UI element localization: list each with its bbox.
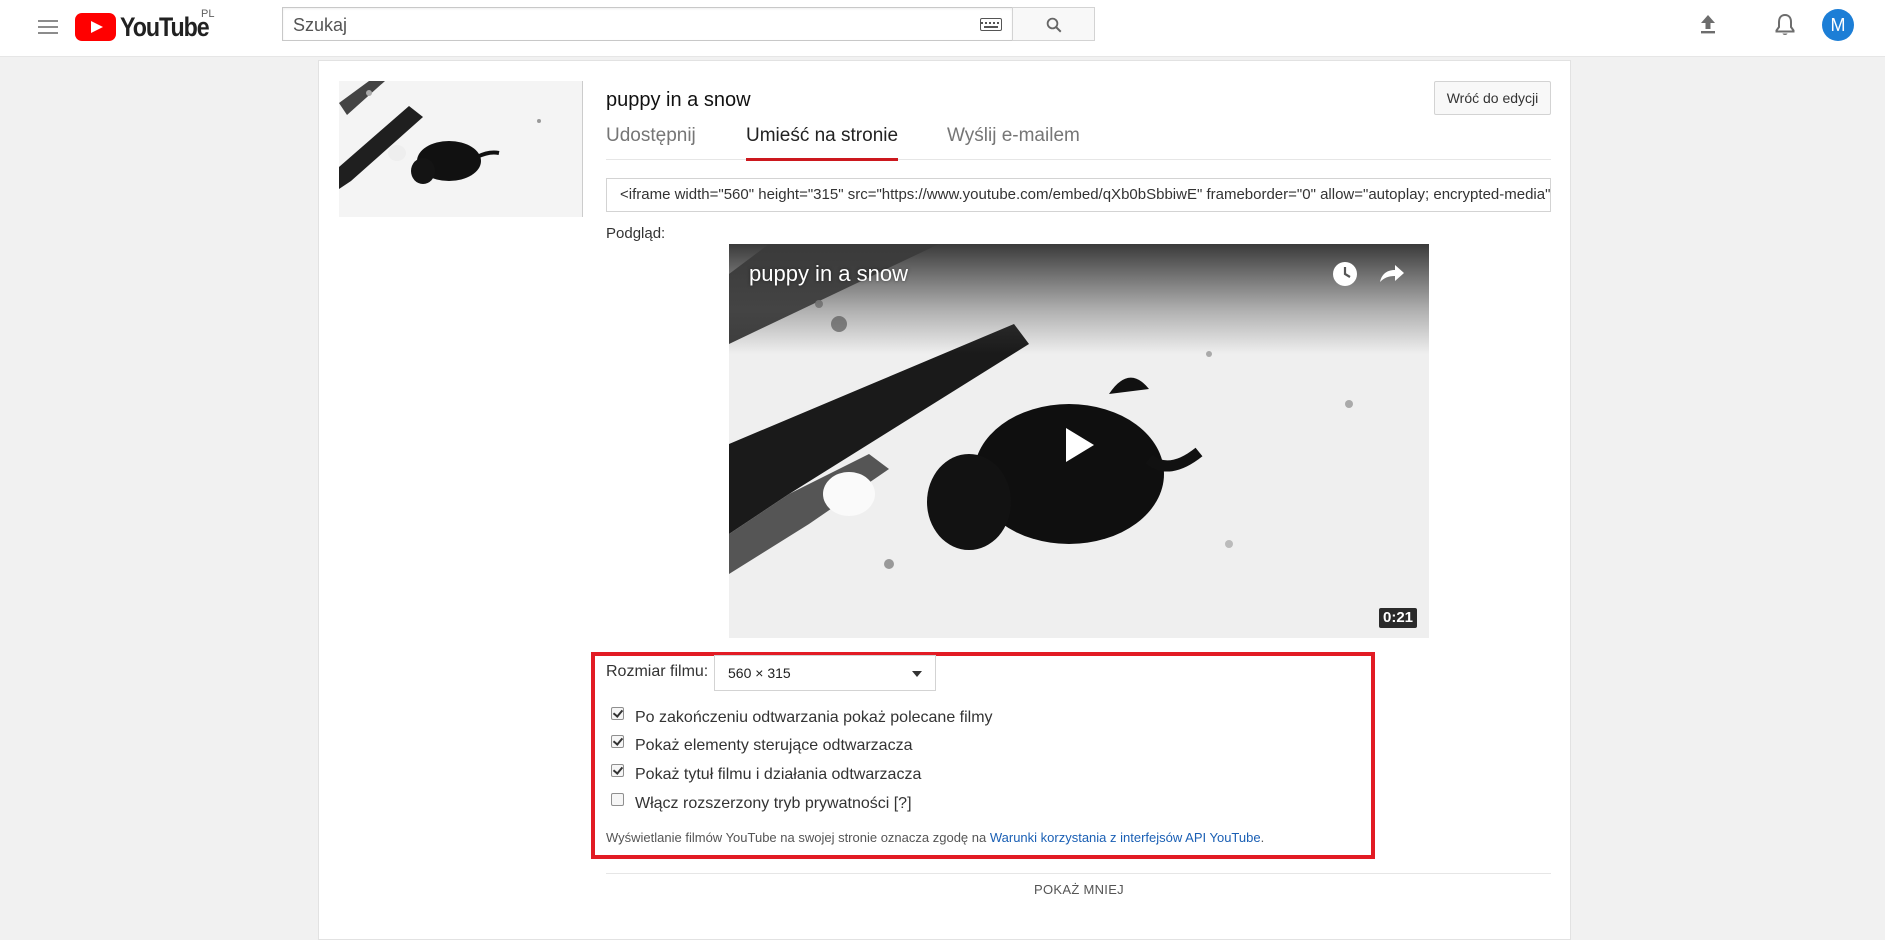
video-title: puppy in a snow — [606, 89, 751, 111]
option-label: Pokaż elementy sterujące odtwarzacza — [635, 737, 913, 754]
terms-end: . — [1260, 830, 1265, 845]
video-thumbnail[interactable] — [339, 81, 583, 217]
api-terms-link[interactable]: Warunki korzystania z interfejsów API Yo… — [990, 830, 1261, 845]
play-logo-icon — [75, 13, 116, 41]
search-button[interactable] — [1012, 7, 1095, 41]
terms-notice: Wyświetlanie filmów YouTube na swojej st… — [606, 830, 1264, 845]
option-label: Po zakończeniu odtwarzania pokaż polecan… — [635, 709, 993, 726]
search-box — [282, 7, 1013, 42]
avatar[interactable]: M — [1822, 9, 1854, 41]
share-tabs: Udostępnij Umieść na stronie Wyślij e-ma… — [606, 124, 1551, 161]
option-label: Pokaż tytuł filmu i działania odtwarzacz… — [635, 766, 922, 783]
thumbnail-image — [339, 81, 582, 217]
tab-email[interactable]: Wyślij e-mailem — [947, 124, 1080, 158]
search-icon — [1046, 17, 1062, 33]
upload-icon[interactable] — [1696, 12, 1720, 36]
show-less-button[interactable]: POKAŻ MNIEJ — [1034, 882, 1124, 897]
tab-embed[interactable]: Umieść na stronie — [746, 124, 899, 161]
checkbox-privacy-mode[interactable] — [611, 793, 624, 806]
divider — [606, 873, 1551, 874]
video-preview-player[interactable]: puppy in a snow 0:21 — [729, 244, 1429, 638]
video-size-label: Rozmiar filmu: — [606, 663, 709, 680]
checkbox-suggested-videos[interactable] — [611, 707, 624, 720]
video-size-value: 560 × 315 — [728, 665, 791, 681]
terms-text: Wyświetlanie filmów YouTube na swojej st… — [606, 830, 990, 845]
bell-icon[interactable] — [1773, 12, 1797, 38]
tab-share[interactable]: Udostępnij — [606, 124, 696, 158]
option-label: Włącz rozszerzony tryb prywatności [?] — [635, 795, 912, 812]
player-title[interactable]: puppy in a snow — [749, 261, 908, 287]
back-to-edit-button[interactable]: Wróć do edycji — [1434, 81, 1551, 115]
video-size-select[interactable]: 560 × 315 — [714, 655, 936, 691]
keyboard-icon[interactable] — [980, 18, 1002, 31]
embed-options-highlight — [591, 652, 1375, 859]
chevron-down-icon — [912, 671, 922, 677]
country-code: PL — [201, 8, 215, 20]
watch-later-icon[interactable] — [1331, 260, 1359, 288]
logo-text: YouTube — [120, 12, 210, 42]
checkbox-title-actions[interactable] — [611, 764, 624, 777]
share-icon[interactable] — [1376, 260, 1406, 288]
checkbox-player-controls[interactable] — [611, 735, 624, 748]
preview-label: Podgląd: — [606, 225, 666, 242]
video-duration: 0:21 — [1379, 608, 1418, 628]
menu-icon[interactable] — [38, 17, 58, 37]
masthead: YouTube PL M — [0, 0, 1885, 57]
embed-code-field[interactable]: <iframe width="560" height="315" src="ht… — [606, 178, 1551, 212]
search-input[interactable] — [291, 8, 955, 42]
play-icon[interactable] — [1058, 424, 1100, 466]
